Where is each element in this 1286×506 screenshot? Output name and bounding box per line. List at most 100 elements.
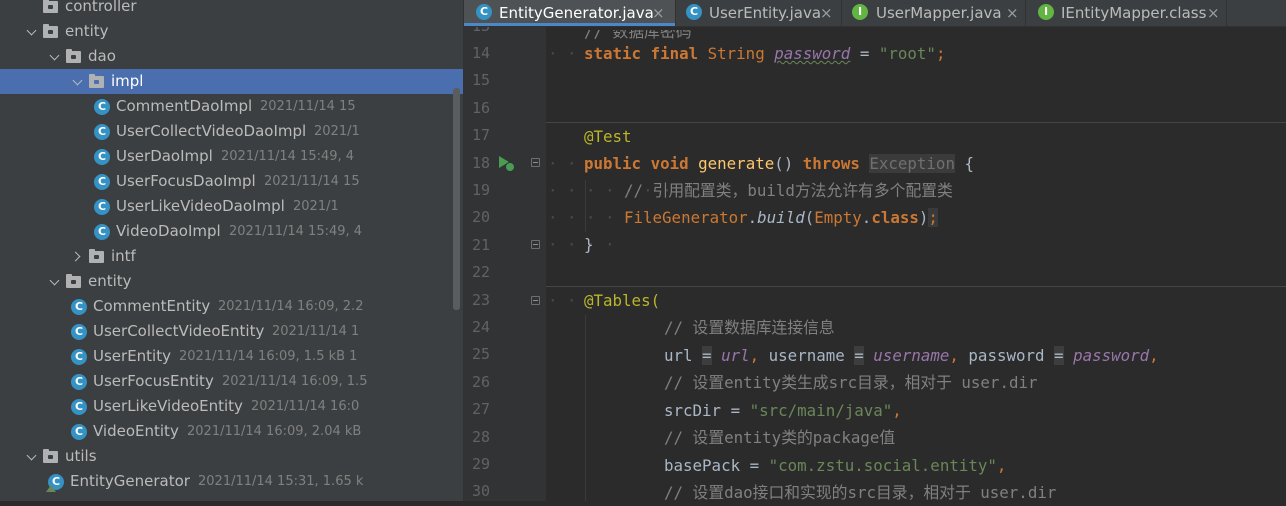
method-separator (546, 122, 1286, 123)
tree-item-meta: 2021/11/14 16:0 (251, 399, 360, 414)
java-class-icon: C (71, 299, 87, 315)
tree-file-item[interactable]: C UserFocusDaoImpl 2021/11/14 15 (0, 169, 464, 194)
tree-file-item[interactable]: C UserEntity 2021/11/14 16:09, 1.5 kB 1 (0, 344, 464, 369)
tree-file-item[interactable]: C VideoEntity 2021/11/14 16:09, 2.04 kB (0, 419, 464, 444)
chevron-down-icon[interactable] (49, 269, 61, 294)
line-number: 14 (471, 44, 490, 62)
tree-file-item[interactable]: C UserCollectVideoEntity 2021/11/14 1 (0, 319, 464, 344)
interface-icon: I (852, 4, 868, 20)
tree-item-meta: 2021/11/14 16:09, 2.2 (218, 299, 364, 314)
tree-file-item[interactable]: C CommentDaoImpl 2021/11/14 15 (0, 94, 464, 119)
tree-item-label: entity (88, 272, 132, 290)
close-icon[interactable]: × (820, 1, 833, 25)
fold-marker[interactable] (531, 296, 540, 305)
close-icon[interactable]: × (1006, 1, 1019, 25)
tab-entity-generator[interactable]: C EntityGenerator.java × (464, 0, 675, 26)
folder-icon (66, 49, 81, 63)
line-number: 15 (471, 71, 490, 90)
java-class-icon: C (71, 349, 87, 365)
chevron-down-icon[interactable] (26, 444, 38, 469)
line-number: 26 (471, 372, 490, 391)
close-icon[interactable]: × (652, 1, 665, 25)
close-icon[interactable]: × (1207, 1, 1220, 25)
tree-file-item[interactable]: C VideoDaoImpl 2021/11/14 15:49, 4 (0, 219, 464, 244)
folder-icon (43, 24, 58, 38)
tree-item-meta: 2021/11/14 15 (264, 174, 360, 189)
line-number: 29 (471, 455, 490, 473)
tab-user-mapper[interactable]: I UserMapper.java × (842, 0, 1025, 26)
code-line-25: url = url, username = username, password… (664, 346, 1159, 365)
tree-file-item[interactable]: C UserCollectVideoDaoImpl 2021/1 (0, 119, 464, 144)
tree-item-meta: 2021/11/14 15:31, 1.65 k (198, 474, 364, 489)
tree-item-label: UserCollectVideoEntity (93, 322, 265, 340)
tree-file-item[interactable]: C CommentEntity 2021/11/14 16:09, 2.2 (0, 294, 464, 319)
code-line-14: static final String password = "root"; (584, 44, 946, 63)
tree-folder-item[interactable]: impl (0, 69, 464, 94)
tab-ientity-mapper[interactable]: I IEntityMapper.class × (1026, 0, 1226, 26)
tree-item-label: entity (65, 22, 109, 40)
tree-file-item[interactable]: C EntityGenerator 2021/11/14 15:31, 1.65 k (0, 469, 464, 494)
fold-marker[interactable] (531, 158, 540, 167)
java-class-icon: C (46, 474, 64, 492)
tree-file-item[interactable]: C UserDaoImpl 2021/11/14 15:49, 4 (0, 144, 464, 169)
chevron-down-icon[interactable] (72, 69, 84, 94)
tree-folder-item[interactable]: utils (0, 444, 464, 469)
line-number: 19 (471, 181, 490, 199)
tree-item-meta: 2021/11/14 15:49, 4 (229, 224, 363, 239)
tree-item-label: UserFocusEntity (93, 372, 214, 390)
tree-item-label: impl (111, 72, 144, 90)
chevron-down-icon[interactable] (49, 44, 61, 69)
tree-folder-item[interactable]: dao (0, 44, 464, 69)
tree-item-label: utils (65, 447, 97, 465)
line-number: 21 (471, 235, 490, 254)
line-number: 16 (471, 98, 490, 117)
tree-file-item[interactable]: C UserLikeVideoEntity 2021/11/14 16:0 (0, 394, 464, 419)
interface-icon: I (1038, 4, 1054, 20)
line-number: 30 (471, 482, 490, 501)
tree-scrollbar[interactable] (453, 88, 460, 310)
tab-label: IEntityMapper.class (1061, 4, 1207, 22)
tree-item-label: UserCollectVideoDaoImpl (116, 122, 307, 140)
code-line-30: // 设置dao接口和实现的src目录，相对于 user.dir (664, 483, 1057, 502)
java-class-icon: C (94, 199, 110, 215)
chevron-down-icon[interactable] (26, 19, 38, 44)
tree-folder-item[interactable]: entity (0, 269, 464, 294)
tree-file-item[interactable]: C UserFocusEntity 2021/11/14 16:09, 1.5 (0, 369, 464, 394)
tree-folder-item[interactable]: controller (0, 0, 464, 19)
fold-marker[interactable] (531, 240, 540, 249)
code-line-23: @Tables( (584, 291, 661, 310)
tree-item-label: UserEntity (93, 347, 171, 365)
tree-file-item[interactable]: C UserLikeVideoDaoImpl 2021/1 (0, 194, 464, 219)
tab-separator (1226, 0, 1227, 26)
line-number: 23 (471, 290, 490, 309)
code-line-24: // 设置数据库连接信息 (664, 318, 835, 337)
tab-user-entity[interactable]: C UserEntity.java × (676, 0, 841, 26)
folder-icon (43, 449, 58, 463)
tree-item-label: VideoDaoImpl (116, 222, 221, 240)
code-line-19: // 引用配置类，build方法允许有多个配置类 (624, 181, 953, 200)
line-number: 24 (471, 318, 490, 336)
code-line-20: FileGenerator.build(Empty.class); (624, 208, 938, 227)
tree-item-label: intf (111, 247, 136, 265)
tree-item-meta: 2021/11/14 16:09, 2.04 kB (187, 424, 362, 439)
line-number: 28 (471, 427, 490, 446)
folder-icon (89, 74, 104, 88)
tree-item-meta: 2021/11/14 1 (272, 324, 360, 339)
run-test-icon[interactable] (498, 156, 515, 172)
tree-folder-item[interactable]: intf (0, 244, 464, 269)
chevron-right-icon[interactable] (72, 244, 84, 269)
code-line-26: // 设置entity类生成src目录，相对于 user.dir (664, 373, 1038, 392)
tree-item-meta: 2021/11/14 16:09, 1.5 (222, 374, 368, 389)
folder-icon (89, 249, 104, 263)
tree-item-label: CommentEntity (93, 297, 211, 315)
tab-label: UserEntity.java (709, 4, 822, 22)
indent-guide (585, 315, 586, 501)
tree-item-label: CommentDaoImpl (116, 97, 253, 115)
tree-folder-item[interactable]: entity (0, 19, 464, 44)
code-editor[interactable] (546, 27, 1286, 501)
tree-item-label: UserFocusDaoImpl (116, 172, 256, 190)
line-number: 18 (471, 153, 490, 172)
tab-label: UserMapper.java (876, 4, 1002, 22)
line-number: 22 (471, 263, 490, 282)
tree-item-meta: 2021/11/14 16:09, 1.5 kB 1 (179, 349, 358, 364)
